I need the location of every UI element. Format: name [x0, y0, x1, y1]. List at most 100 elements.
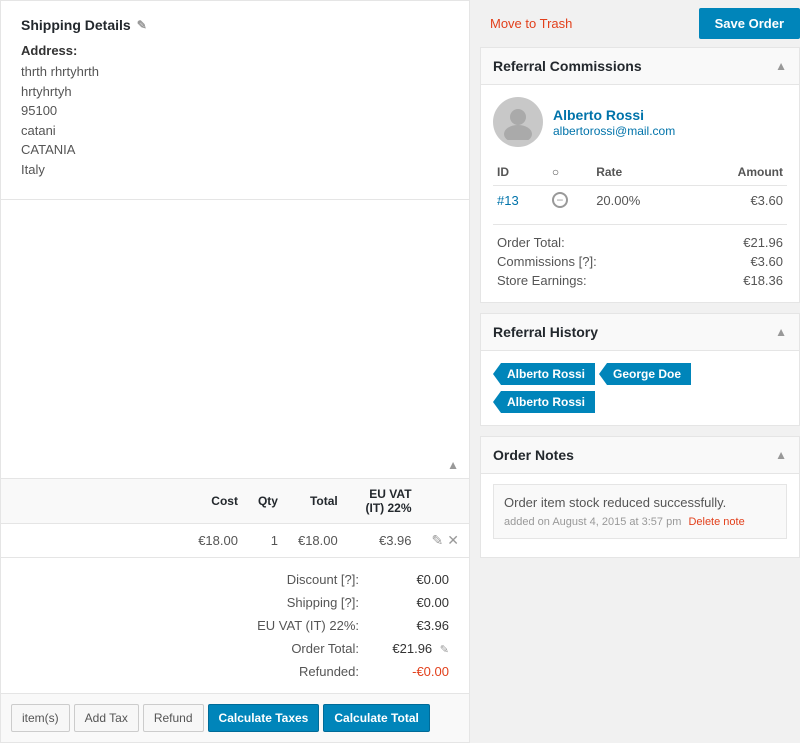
commission-totals: Order Total: €21.96 Commissions [?]: €3.…: [493, 224, 787, 290]
order-total-value: €21.96 ✎: [389, 641, 449, 656]
order-notes-body: Order item stock reduced successfully. a…: [481, 474, 799, 557]
row-cost: €18.00: [188, 523, 248, 557]
vat-row: EU VAT (IT) 22%: €3.96: [11, 614, 459, 637]
col-vat: EU VAT (IT) 22%: [348, 478, 422, 523]
commissions-value: €3.60: [750, 254, 783, 269]
commissions-row: Commissions [?]: €3.60: [493, 252, 787, 271]
note-item: Order item stock reduced successfully. a…: [493, 484, 787, 539]
refund-button[interactable]: Refund: [143, 704, 204, 732]
commission-table: ID ○ Rate Amount #13 − 20.00% €3.60: [493, 159, 787, 214]
referral-history-widget: Referral History ▲ Alberto Rossi George …: [480, 313, 800, 426]
referral-row-2: Alberto Rossi: [493, 391, 787, 413]
edit-row-icon[interactable]: ✎: [432, 532, 444, 549]
shipping-label: Shipping [?]:: [209, 595, 359, 610]
referral-commissions-title: Referral Commissions: [493, 58, 642, 74]
col-cost: Cost: [188, 478, 248, 523]
address-line-3: 95100: [21, 101, 449, 121]
order-total-row: Order Total: €21.96 ✎: [11, 637, 459, 660]
referral-history-header: Referral History ▲: [481, 314, 799, 351]
move-to-trash-button[interactable]: Move to Trash: [490, 16, 572, 31]
refunded-value: -€0.00: [389, 664, 449, 679]
col-qty: Qty: [248, 478, 288, 523]
commission-col-check: ○: [548, 159, 592, 186]
order-notes-header: Order Notes ▲: [481, 437, 799, 474]
delete-row-icon[interactable]: ✕: [447, 532, 459, 549]
order-table: Cost Qty Total EU VAT (IT) 22% €18.00 1 …: [1, 478, 469, 558]
edit-total-icon[interactable]: ✎: [440, 644, 449, 656]
col-total: Total: [288, 478, 348, 523]
commissions-label: Commissions [?]:: [497, 254, 597, 269]
row-vat: €3.96: [348, 523, 422, 557]
vat-label: EU VAT (IT) 22%:: [209, 618, 359, 633]
note-text: Order item stock reduced successfully.: [504, 495, 726, 510]
bottom-buttons: item(s) Add Tax Refund Calculate Taxes C…: [1, 693, 469, 742]
user-info: Alberto Rossi albertorossi@mail.com: [553, 107, 675, 138]
refunded-label: Refunded:: [209, 664, 359, 679]
shipping-title: Shipping Details ✎: [21, 17, 449, 33]
shipping-section: Shipping Details ✎ Address: thrth rhrtyh…: [1, 1, 469, 200]
commission-row: #13 − 20.00% €3.60: [493, 186, 787, 215]
address-lines: thrth rhrtyhrth hrtyhrtyh 95100 catani C…: [21, 62, 449, 179]
referral-badge-george[interactable]: George Doe: [599, 363, 691, 385]
referral-commissions-widget: Referral Commissions ▲ Alberto Rossi alb…: [480, 47, 800, 303]
items-button[interactable]: item(s): [11, 704, 70, 732]
referral-badge-alberto-1[interactable]: Alberto Rossi: [493, 363, 595, 385]
commission-id-link[interactable]: #13: [497, 193, 519, 208]
referral-commissions-body: Alberto Rossi albertorossi@mail.com ID ○…: [481, 85, 799, 302]
row-total: €18.00: [288, 523, 348, 557]
add-tax-button[interactable]: Add Tax: [74, 704, 139, 732]
shipping-title-text: Shipping Details: [21, 17, 131, 33]
save-order-button[interactable]: Save Order: [699, 8, 800, 39]
order-total-label: Order Total:: [209, 641, 359, 656]
calculate-taxes-button[interactable]: Calculate Taxes: [208, 704, 320, 732]
referral-history-body: Alberto Rossi George Doe Alberto Rossi: [481, 351, 799, 425]
discount-value: €0.00: [389, 572, 449, 587]
referral-history-title: Referral History: [493, 324, 598, 340]
referral-commissions-header: Referral Commissions ▲: [481, 48, 799, 85]
right-top-bar: Move to Trash Save Order: [480, 0, 800, 47]
address-line-5: CATANIA: [21, 140, 449, 160]
commission-col-rate: Rate: [592, 159, 688, 186]
address-line-4: catani: [21, 121, 449, 141]
totals-section: Discount [?]: €0.00 Shipping [?]: €0.00 …: [1, 558, 469, 693]
calculate-total-button[interactable]: Calculate Total: [323, 704, 429, 732]
delete-note-link[interactable]: Delete note: [688, 516, 744, 528]
order-notes-collapse-icon[interactable]: ▲: [775, 448, 787, 462]
discount-row: Discount [?]: €0.00: [11, 568, 459, 591]
address-line-2: hrtyhrtyh: [21, 82, 449, 102]
commission-col-id: ID: [493, 159, 548, 186]
user-name[interactable]: Alberto Rossi: [553, 107, 675, 123]
commission-amount: €3.60: [688, 186, 787, 215]
address-line-1: thrth rhrtyhrth: [21, 62, 449, 82]
edit-shipping-icon[interactable]: ✎: [137, 18, 147, 32]
commission-order-total-value: €21.96: [743, 235, 783, 250]
vat-value: €3.96: [389, 618, 449, 633]
note-meta: added on August 4, 2015 at 3:57 pm Delet…: [504, 516, 776, 528]
referral-row-1: Alberto Rossi George Doe: [493, 363, 787, 385]
commission-rate: 20.00%: [592, 186, 688, 215]
store-earnings-label: Store Earnings:: [497, 273, 587, 288]
order-table-section: ▲ Cost Qty Total EU VAT (IT) 22%: [1, 442, 469, 694]
collapse-table-icon[interactable]: ▲: [447, 458, 459, 472]
shipping-row: Shipping [?]: €0.00: [11, 591, 459, 614]
referral-history-collapse-icon[interactable]: ▲: [775, 325, 787, 339]
referral-chain: Alberto Rossi George Doe Alberto Rossi: [493, 363, 787, 413]
shipping-value: €0.00: [389, 595, 449, 610]
commission-order-total-label: Order Total:: [497, 235, 565, 250]
refunded-row: Refunded: -€0.00: [11, 660, 459, 683]
row-qty: 1: [248, 523, 288, 557]
address-label: Address:: [21, 43, 449, 58]
table-row: €18.00 1 €18.00 €3.96 ✎ ✕: [1, 523, 469, 557]
commission-minus-icon[interactable]: −: [552, 192, 568, 208]
referral-badge-alberto-2[interactable]: Alberto Rossi: [493, 391, 595, 413]
address-line-6: Italy: [21, 160, 449, 180]
store-earnings-value: €18.36: [743, 273, 783, 288]
store-earnings-row: Store Earnings: €18.36: [493, 271, 787, 290]
user-email[interactable]: albertorossi@mail.com: [553, 124, 675, 138]
commission-order-total-row: Order Total: €21.96: [493, 233, 787, 252]
referral-commissions-collapse-icon[interactable]: ▲: [775, 59, 787, 73]
discount-label: Discount [?]:: [209, 572, 359, 587]
referral-user: Alberto Rossi albertorossi@mail.com: [493, 97, 787, 147]
commission-col-amount: Amount: [688, 159, 787, 186]
order-notes-widget: Order Notes ▲ Order item stock reduced s…: [480, 436, 800, 558]
